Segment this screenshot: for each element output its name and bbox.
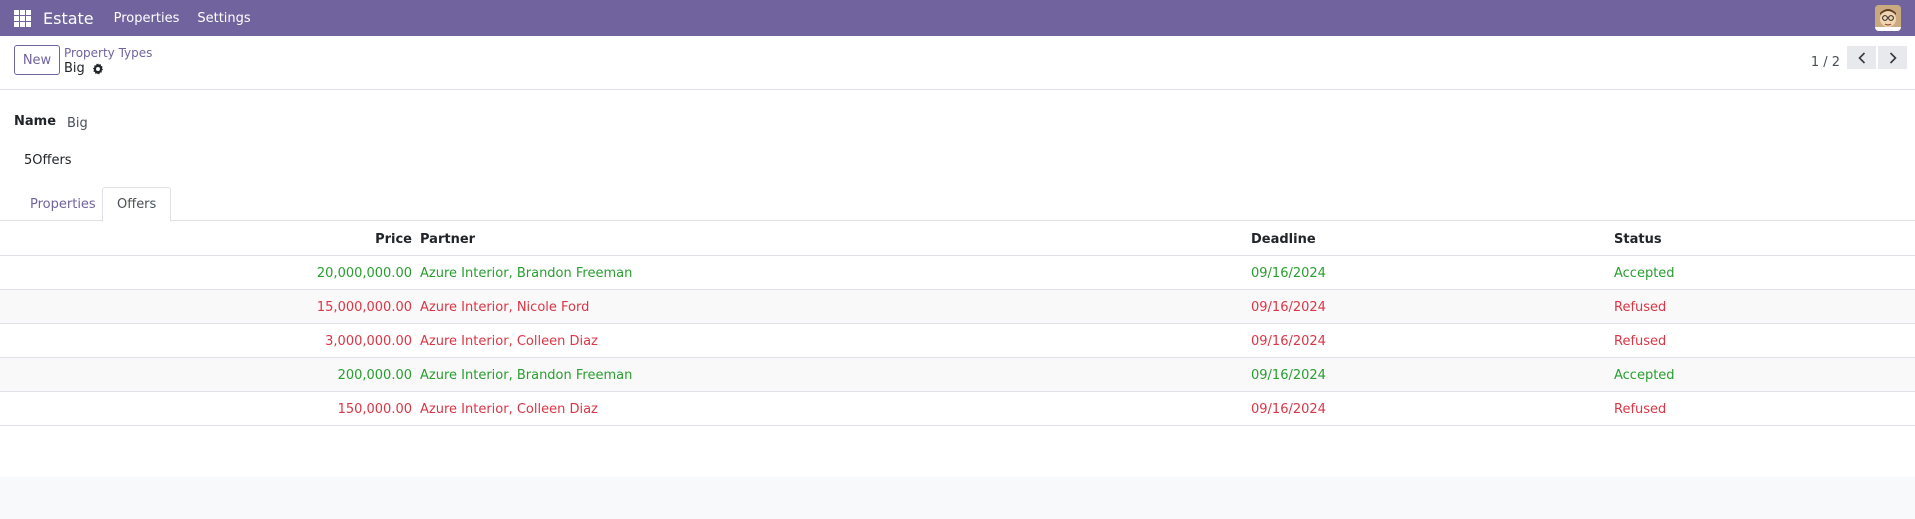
record-title: Big [64, 61, 85, 76]
new-button[interactable]: New [14, 45, 60, 75]
offer-status: Accepted [1614, 367, 1675, 383]
control-panel: New Property Types Big 1 / 2 [0, 36, 1915, 90]
table-row[interactable]: 15,000,000.00 Azure Interior, Nicole For… [0, 290, 1915, 324]
offer-deadline: 09/16/2024 [1251, 367, 1326, 383]
table-row[interactable]: 200,000.00 Azure Interior, Brandon Freem… [0, 358, 1915, 392]
offer-status: Refused [1614, 333, 1667, 349]
offer-price: 15,000,000.00 [316, 299, 412, 315]
name-field-label: Name [14, 114, 57, 129]
offer-deadline: 09/16/2024 [1251, 401, 1326, 417]
apps-grid-icon[interactable] [14, 9, 31, 27]
gear-icon[interactable] [92, 62, 104, 75]
menu-properties[interactable]: Properties [114, 11, 180, 26]
column-header-partner[interactable]: Partner [420, 222, 475, 256]
offer-price: 200,000.00 [337, 367, 412, 383]
column-header-deadline[interactable]: Deadline [1251, 222, 1316, 256]
pager-previous-button[interactable] [1847, 46, 1876, 69]
name-field-value[interactable]: Big [67, 116, 88, 131]
column-header-status[interactable]: Status [1614, 222, 1662, 256]
table-row[interactable]: 150,000.00 Azure Interior, Colleen Diaz … [0, 392, 1915, 426]
offer-deadline: 09/16/2024 [1251, 265, 1326, 281]
record-title-container: Big [64, 61, 104, 76]
chevron-right-icon [1889, 51, 1897, 64]
offer-partner: Azure Interior, Brandon Freeman [420, 367, 633, 383]
offers-table: Price Partner Deadline Status 20,000,000… [0, 222, 1915, 426]
form-sheet: Name Big 5Offers Properties Offers Price… [0, 90, 1915, 477]
table-row[interactable]: 20,000,000.00 Azure Interior, Brandon Fr… [0, 256, 1915, 290]
table-row[interactable]: 3,000,000.00 Azure Interior, Colleen Dia… [0, 324, 1915, 358]
offer-partner: Azure Interior, Brandon Freeman [420, 265, 633, 281]
offer-status: Refused [1614, 401, 1667, 417]
avatar-icon [1875, 5, 1901, 31]
offer-partner: Azure Interior, Colleen Diaz [420, 401, 598, 417]
offer-partner: Azure Interior, Colleen Diaz [420, 333, 598, 349]
pager-next-button[interactable] [1878, 46, 1907, 69]
user-avatar[interactable] [1875, 5, 1901, 31]
offer-price: 3,000,000.00 [325, 333, 412, 349]
offer-deadline: 09/16/2024 [1251, 299, 1326, 315]
pager-value[interactable]: 1 / 2 [1811, 55, 1840, 70]
offer-deadline: 09/16/2024 [1251, 333, 1326, 349]
top-navbar: Estate Properties Settings [0, 0, 1915, 36]
menu-settings[interactable]: Settings [197, 11, 250, 26]
breadcrumb-property-types[interactable]: Property Types [64, 46, 152, 60]
tab-offers[interactable]: Offers [102, 187, 172, 222]
offer-price: 150,000.00 [337, 401, 412, 417]
table-header: Price Partner Deadline Status [0, 222, 1915, 256]
notebook-tabs: Properties Offers [0, 187, 1915, 222]
offer-status: Accepted [1614, 265, 1675, 281]
offer-status: Refused [1614, 299, 1667, 315]
pager-buttons [1847, 46, 1907, 69]
column-header-price[interactable]: Price [375, 222, 412, 256]
app-brand[interactable]: Estate [43, 9, 94, 28]
chevron-left-icon [1857, 51, 1865, 64]
offer-count-stat[interactable]: 5Offers [24, 153, 72, 168]
offer-partner: Azure Interior, Nicole Ford [420, 299, 590, 315]
tab-properties[interactable]: Properties [18, 187, 108, 221]
offer-price: 20,000,000.00 [316, 265, 412, 281]
